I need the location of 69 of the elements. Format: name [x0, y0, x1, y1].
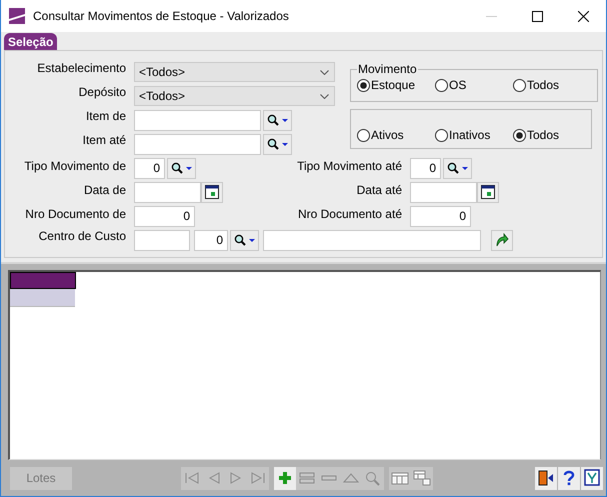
field-label: Centro de Custo	[38, 229, 126, 243]
help-button[interactable]	[558, 466, 580, 490]
radio-button[interactable]: OS	[435, 78, 513, 92]
toolbar-button[interactable]	[274, 466, 296, 490]
input-field[interactable]	[263, 230, 481, 250]
question-icon	[563, 470, 575, 486]
field-label: Item de	[84, 109, 126, 123]
radio-button[interactable]: Ativos	[357, 128, 435, 142]
window-title: Consultar Movimentos de Estoque - Valorizados	[33, 9, 289, 23]
input-field[interactable]: 0	[410, 206, 471, 226]
field-label: Data de	[82, 182, 126, 196]
input-field[interactable]	[134, 230, 190, 250]
input-field[interactable]: 0	[134, 206, 195, 226]
date-field[interactable]	[134, 182, 201, 202]
calendar-button[interactable]	[477, 182, 499, 202]
input-field[interactable]: 0	[194, 230, 228, 250]
search-icon	[170, 162, 192, 174]
field-label: Item até	[82, 133, 126, 147]
field-label: Depósito	[78, 85, 126, 99]
date-field[interactable]	[410, 182, 477, 202]
chevron-icon	[320, 70, 329, 74]
chevron-icon	[320, 94, 329, 98]
last-record-icon	[249, 470, 267, 486]
maximize-icon	[532, 10, 542, 22]
input-field[interactable]: 0	[410, 158, 441, 178]
screen-icon	[583, 469, 601, 487]
door-icon	[537, 469, 555, 487]
input-field[interactable]	[134, 110, 261, 130]
first-record-icon	[183, 470, 201, 486]
calendar-button[interactable]	[201, 182, 223, 202]
go-button[interactable]	[491, 230, 513, 250]
radio-button[interactable]: Todos	[513, 78, 591, 92]
search-icon	[266, 138, 288, 150]
search-icon	[234, 234, 256, 246]
dropdown[interactable]: <Todos>	[134, 62, 335, 82]
search-icon	[266, 114, 288, 126]
plus-icon	[276, 470, 294, 486]
group-title: Movimento	[357, 62, 418, 76]
field-label: Data até	[356, 182, 402, 196]
field-label: Tipo Movimento até	[296, 158, 402, 172]
field-label: Nro Documento de	[24, 206, 126, 220]
field-label: Tipo Movimento de	[23, 158, 126, 172]
app-icon	[9, 8, 25, 24]
edit-row-icon	[298, 470, 316, 486]
arrow-icon	[495, 233, 509, 247]
search-icon	[364, 470, 382, 486]
radio-button[interactable]: Estoque	[357, 78, 435, 92]
radio-button[interactable]: Inativos	[435, 128, 513, 142]
grid-header-cell	[10, 272, 76, 289]
grid-export-icon	[413, 470, 431, 486]
input-field[interactable]: 0	[134, 158, 165, 178]
search-icon	[446, 162, 468, 174]
close-icon	[578, 10, 588, 22]
calendar-icon	[205, 185, 219, 199]
info-button[interactable]	[581, 466, 603, 490]
lookup-button[interactable]	[443, 158, 472, 178]
grid-icon	[391, 470, 409, 486]
input-field[interactable]	[134, 134, 261, 154]
lookup-button[interactable]	[167, 158, 196, 178]
dropdown[interactable]: <Todos>	[134, 86, 335, 106]
lookup-button[interactable]	[230, 230, 259, 250]
exit-button[interactable]	[535, 466, 557, 490]
calendar-icon	[481, 185, 495, 199]
field-label: Estabelecimento	[36, 61, 126, 75]
lookup-button[interactable]	[263, 134, 292, 154]
tab[interactable]: Seleção	[4, 33, 58, 50]
lookup-button[interactable]	[263, 110, 292, 130]
field-label: Nro Documento até	[296, 206, 402, 220]
radio-button[interactable]: Todos	[513, 128, 591, 142]
